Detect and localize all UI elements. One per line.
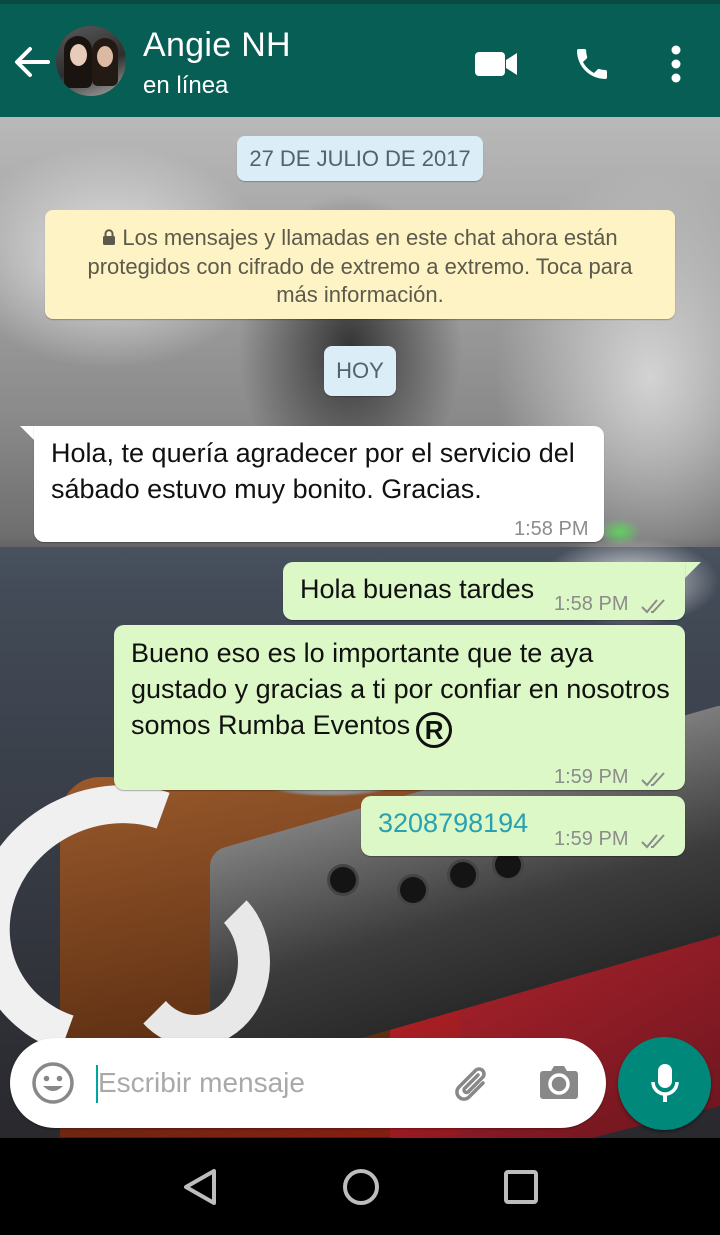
date-separator: 27 DE JULIO DE 2017 bbox=[237, 136, 483, 181]
message-time: 1:59 PM bbox=[554, 828, 629, 850]
double-check-icon bbox=[641, 588, 671, 624]
message-incoming[interactable]: Hola, te quería agradecer por el servici… bbox=[34, 426, 604, 542]
message-text: Hola buenas tardes bbox=[300, 574, 535, 604]
message-outgoing[interactable]: Hola buenas tardes 1:58 PM bbox=[283, 562, 685, 620]
chat-area[interactable]: 27 DE JULIO DE 2017 Los mensajes y llama… bbox=[0, 117, 720, 1138]
video-call-icon[interactable] bbox=[472, 40, 520, 88]
encryption-notice-text: Los mensajes y llamadas en este chat aho… bbox=[87, 225, 633, 307]
nav-back-icon[interactable] bbox=[178, 1164, 224, 1210]
message-outgoing[interactable]: Bueno eso es lo importante que te aya gu… bbox=[114, 625, 685, 790]
message-time: 1:58 PM bbox=[514, 518, 589, 540]
bubble-tail bbox=[685, 562, 701, 578]
registered-mark: R bbox=[416, 712, 453, 748]
message-time: 1:59 PM bbox=[554, 766, 629, 788]
phone-number-link[interactable]: 3208798194 bbox=[378, 805, 528, 841]
contact-name[interactable]: Angie NH bbox=[143, 26, 291, 65]
double-check-icon bbox=[641, 823, 671, 859]
lock-icon bbox=[102, 225, 116, 253]
emoji-icon[interactable] bbox=[30, 1060, 76, 1106]
back-arrow-icon[interactable] bbox=[10, 40, 54, 84]
mic-icon[interactable] bbox=[618, 1037, 711, 1130]
message-input[interactable] bbox=[96, 1060, 436, 1106]
phone-icon[interactable] bbox=[568, 40, 616, 88]
message-composer bbox=[10, 1038, 606, 1128]
wallpaper-knob bbox=[330, 867, 356, 893]
chat-header: Angie NH en línea bbox=[0, 4, 720, 117]
wallpaper-knob bbox=[400, 877, 426, 903]
system-nav-bar bbox=[0, 1138, 720, 1235]
wallpaper-headphones-cup bbox=[120, 877, 270, 1047]
avatar[interactable] bbox=[56, 26, 126, 96]
message-time: 1:58 PM bbox=[554, 593, 629, 615]
wallpaper-knob bbox=[450, 862, 476, 888]
nav-recent-icon[interactable] bbox=[498, 1164, 544, 1210]
more-vert-icon[interactable] bbox=[652, 40, 700, 88]
attach-icon[interactable] bbox=[450, 1060, 496, 1106]
message-text: Hola, te quería agradecer por el servici… bbox=[51, 438, 575, 504]
double-check-icon bbox=[641, 761, 671, 797]
message-outgoing[interactable]: 3208798194 1:59 PM bbox=[361, 796, 685, 856]
date-separator-today: HOY bbox=[324, 346, 396, 396]
nav-home-icon[interactable] bbox=[338, 1164, 384, 1210]
camera-icon[interactable] bbox=[538, 1062, 584, 1108]
encryption-notice[interactable]: Los mensajes y llamadas en este chat aho… bbox=[45, 210, 675, 319]
contact-status: en línea bbox=[143, 72, 229, 99]
message-text: Bueno eso es lo importante que te aya gu… bbox=[131, 638, 670, 740]
